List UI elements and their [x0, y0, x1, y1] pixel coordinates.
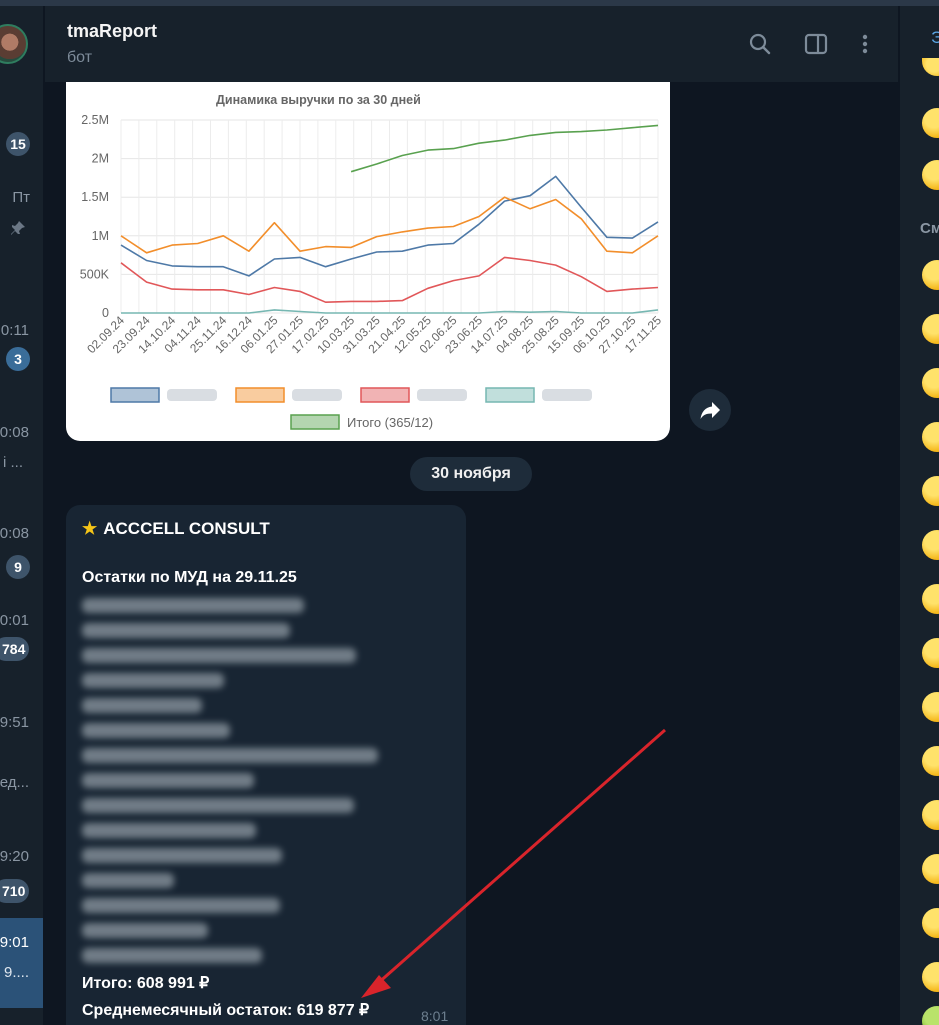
emoji-icon[interactable] [922, 160, 939, 190]
redacted-line [82, 823, 256, 838]
chat-time: 9:51 [0, 714, 29, 731]
y-tick-label: 1.5M [81, 190, 109, 204]
chat-snippet: 9.... [3, 964, 29, 981]
emoji-icon[interactable] [922, 908, 939, 938]
redacted-line [82, 848, 282, 863]
legend-swatch [110, 387, 160, 403]
message-header-text: ACCCELL CONSULT [103, 519, 270, 538]
chat-time: Пт [12, 189, 30, 206]
chat-snippet: і ... [2, 454, 23, 471]
star-icon: ★ [82, 519, 98, 538]
chat-header[interactable]: tmaReport бот [45, 6, 898, 82]
sidebar-toggle-icon[interactable] [804, 32, 828, 56]
redacted-line [82, 748, 378, 763]
legend-redacted [542, 389, 592, 401]
emoji-icon[interactable] [922, 314, 939, 344]
emoji-icon[interactable] [922, 530, 939, 560]
redacted-line [82, 673, 224, 688]
y-tick-label: 1M [92, 229, 109, 243]
y-tick-label: 500K [80, 267, 110, 281]
redacted-line [82, 873, 174, 888]
redacted-line [82, 898, 280, 913]
chat-snippet: ед... [0, 774, 29, 791]
emoji-icon[interactable] [922, 854, 939, 884]
date-separator: 30 ноября [410, 457, 532, 491]
redacted-line [82, 948, 262, 963]
redacted-line [82, 773, 254, 788]
unread-badge: 3 [6, 347, 30, 371]
emoji-icon[interactable] [922, 692, 939, 722]
revenue-chart: Динамика выручки по за 30 дней 0 500K 1M 1.… [80, 93, 665, 430]
emoji-icon[interactable] [922, 1006, 939, 1025]
legend-swatch [290, 414, 340, 430]
emoji-section-label: См [920, 220, 939, 237]
search-icon[interactable] [748, 32, 772, 56]
forward-icon [700, 402, 720, 419]
legend-swatch [235, 387, 285, 403]
text-message[interactable]: ★ ACCCELL CONSULT Остатки по МУД на 29.11… [66, 505, 466, 1025]
emoji-icon[interactable] [922, 962, 939, 992]
unread-badge: 9 [6, 555, 30, 579]
avatar[interactable] [0, 24, 28, 64]
legend-swatch [485, 387, 535, 403]
emoji-icon[interactable] [922, 58, 939, 76]
redacted-line [82, 623, 290, 638]
message-time: 8:01 [421, 1008, 449, 1024]
redacted-line [82, 598, 304, 613]
chat-subtitle: бот [67, 49, 93, 66]
chat-item-active[interactable] [0, 918, 43, 1008]
message-subtitle: Остатки по МУД на 29.11.25 [82, 569, 297, 586]
chart-title: Динамика выручки по за 30 дней [216, 93, 421, 107]
y-tick-label: 2.5M [81, 113, 109, 127]
chat-time: 9:01 [0, 934, 29, 951]
message-total: Итого: 608 991 ₽ [82, 975, 210, 992]
emoji-icon[interactable] [922, 800, 939, 830]
unread-badge: 710 [0, 879, 30, 903]
legend-redacted [292, 389, 342, 401]
message-area[interactable]: Динамика выручки по за 30 дней 0 500K 1M 1.… [45, 82, 898, 1025]
chat-time: 0:01 [0, 612, 29, 629]
redacted-line [82, 648, 356, 663]
emoji-icon[interactable] [922, 422, 939, 452]
emoji-icon[interactable] [922, 260, 939, 290]
emoji-icon[interactable] [922, 746, 939, 776]
series-line [350, 124, 659, 173]
emoji-panel[interactable]: Э См [900, 6, 939, 1025]
redacted-line [82, 698, 202, 713]
message-average: Среднемесячный остаток: 619 877 ₽ [82, 1002, 370, 1019]
legend-redacted [167, 389, 217, 401]
forward-button[interactable] [689, 389, 731, 431]
emoji-tab[interactable]: Э [931, 28, 939, 48]
unread-badge: 784 [0, 637, 30, 661]
y-tick-label: 0 [102, 306, 109, 320]
legend-label: Итого (365/12) [347, 415, 433, 430]
legend-redacted [417, 389, 467, 401]
chart-message[interactable]: Динамика выручки по за 30 дней 0 500K 1M 1.… [66, 82, 670, 441]
emoji-icon[interactable] [922, 476, 939, 506]
emoji-icon[interactable] [922, 638, 939, 668]
emoji-icon[interactable] [922, 108, 939, 138]
redacted-line [82, 723, 230, 738]
more-icon[interactable] [853, 32, 877, 56]
chat-time: 9:20 [0, 848, 29, 865]
chat-time: 0:08 [0, 525, 29, 542]
chat-list[interactable]: 15 Пт 0:11 3 0:08 і ... 0:08 9 0:01 784 … [0, 6, 43, 1025]
chat-time: 0:11 [0, 322, 29, 339]
redacted-line [82, 798, 354, 813]
message-header: ★ ACCCELL CONSULT [82, 519, 270, 539]
pin-icon [11, 221, 25, 235]
emoji-icon[interactable] [922, 368, 939, 398]
unread-badge: 15 [6, 132, 30, 156]
chat-title[interactable]: tmaReport [67, 21, 157, 42]
redacted-line [82, 923, 208, 938]
emoji-icon[interactable] [922, 584, 939, 614]
legend-swatch [360, 387, 410, 403]
chat-time: 0:08 [0, 424, 29, 441]
y-tick-label: 2M [92, 152, 109, 166]
